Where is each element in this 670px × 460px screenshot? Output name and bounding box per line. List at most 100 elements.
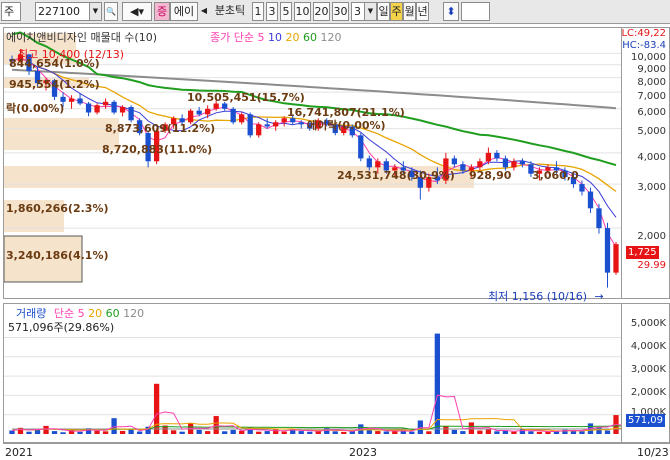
period-1[interactable]: 1: [252, 2, 264, 21]
candle-body: [196, 110, 202, 115]
volume-bar: [434, 333, 440, 434]
profile-label-8: 8,720,883(11.0%): [102, 143, 213, 156]
ytick-10000: 10,000: [631, 52, 666, 63]
market-selector[interactable]: 주: [1, 2, 21, 21]
tab-day[interactable]: 일: [377, 2, 390, 21]
ma-legend: 종가 단순 5 10 20 60 120: [210, 29, 341, 45]
candle-body: [239, 114, 245, 123]
left-arrow-icon[interactable]: ◀: [200, 2, 208, 21]
price-chart-panel[interactable]: 에이치앤비디자인 매물대 수(10) 종가 단순 5 10 20 60 120 …: [3, 27, 622, 303]
ma-5: 5: [257, 31, 265, 44]
candle-body: [85, 103, 92, 113]
period-20[interactable]: 20: [313, 2, 330, 21]
profile-label-11: 3,060,0: [532, 169, 579, 182]
volume-bar: [77, 431, 83, 434]
volume-bar: [239, 430, 245, 434]
tab-month[interactable]: 월: [403, 2, 416, 21]
volume-bar: [460, 431, 466, 434]
volume-bar: [60, 432, 66, 434]
candle-body: [213, 103, 219, 109]
volume-bar: [222, 431, 228, 434]
volume-bar: [196, 429, 202, 434]
current-volume-box: 571,09: [626, 414, 665, 427]
volume-bar: [604, 430, 611, 434]
count-input[interactable]: 3: [351, 2, 365, 21]
volume-bar: [94, 430, 100, 434]
volume-bar: [136, 431, 143, 434]
period-3[interactable]: 3: [266, 2, 278, 21]
candle-body: [205, 108, 211, 115]
candle-body: [460, 164, 466, 171]
count-dropdown-icon[interactable]: ▼: [364, 2, 377, 21]
volume-axis[interactable]: 5,000K 4,000K 3,000K 2,000K 1,000K 571,0…: [622, 303, 670, 443]
ytick-8000: 8,000: [637, 77, 666, 88]
period-10[interactable]: 10: [294, 2, 311, 21]
stock-name-tab[interactable]: 에이: [170, 2, 198, 21]
extra-input[interactable]: [461, 2, 490, 21]
candle-body: [264, 124, 270, 127]
stock-code-input[interactable]: 227100: [35, 2, 90, 21]
tab-week[interactable]: 주: [390, 2, 403, 21]
candle-body: [366, 158, 372, 168]
ytick-2000: 2,000: [637, 231, 666, 242]
up-down-arrow-icon[interactable]: ⬍: [443, 2, 459, 21]
price-axis[interactable]: LC:49,22 HC:-83.4 10,000 9,000 8,000 7,0…: [621, 27, 670, 299]
volume-bar: [256, 431, 262, 434]
candle-body: [511, 161, 517, 168]
volume-bar: [128, 429, 134, 434]
candle-body: [230, 108, 236, 123]
candle-body: [502, 158, 509, 168]
profile-label-9: 24,531,748(30.9%): [337, 169, 455, 182]
tab-year[interactable]: 년: [416, 2, 429, 21]
volume-bar: [596, 427, 602, 434]
ytick-9000: 9,000: [637, 64, 666, 75]
volume-bar: [485, 429, 492, 434]
profile-label-5: 8,873,609(11.2%): [105, 122, 216, 135]
right-arrow-icon: →: [594, 290, 604, 303]
vtick-5000k: 5,000K: [630, 318, 666, 329]
volume-chart-panel[interactable]: 거래량 단순 5 20 60 120 571,096주(29.86%): [3, 303, 622, 443]
profile-label-12: 1,860,266(2.3%): [6, 202, 109, 215]
chevron-down-icon[interactable]: ▼: [89, 2, 102, 21]
current-price-box: 1,725: [626, 246, 659, 259]
lc-label: LC:49,22: [621, 28, 666, 39]
volume-ma-120: 120: [123, 307, 145, 320]
candle-body: [519, 161, 526, 165]
profile-label-13: 3,240,186(4.1%): [6, 249, 109, 262]
volume-bar: [366, 429, 372, 434]
stock-chart-window: 주 227100 ▼ 🔍 ◀▾ 증 에이 ◀ 분초틱 1 3 5 10 20 3…: [0, 0, 670, 460]
period-prefix[interactable]: 분초틱: [209, 2, 251, 21]
candle-body: [94, 105, 100, 113]
volume-bar: [9, 430, 15, 434]
volume-bar: [281, 431, 287, 434]
volume-bar: [179, 431, 185, 434]
period-5[interactable]: 5: [280, 2, 292, 21]
candle-body: [613, 244, 619, 273]
ytick-3000: 3,000: [637, 182, 666, 193]
candle-body: [188, 110, 194, 123]
volume-bar: [111, 418, 117, 434]
volume-bar: [26, 431, 32, 434]
vtick-3000k: 3,000K: [630, 364, 666, 375]
period-30[interactable]: 30: [332, 2, 349, 21]
candle-body: [604, 228, 611, 273]
ma-20: 20: [285, 31, 300, 44]
candle-body: [579, 184, 585, 192]
volume-bar: [264, 431, 270, 434]
volume-bar: [332, 431, 338, 434]
speaker-icon[interactable]: ◀▾: [122, 2, 152, 21]
candle-body: [256, 124, 262, 136]
volume-bar: [494, 431, 500, 434]
candle-body: [68, 98, 75, 102]
candle-body: [358, 135, 364, 159]
ma-120: 120: [320, 31, 342, 44]
volume-bar: [519, 429, 526, 434]
current-change: 29.99: [637, 260, 666, 271]
time-axis[interactable]: 2021 2023 10/23: [3, 443, 670, 460]
xtick-latest: 10/23: [637, 446, 669, 459]
search-icon[interactable]: 🔍: [104, 2, 118, 21]
ytick-4000: 4,000: [637, 152, 666, 163]
volume-bar: [451, 429, 458, 434]
volume-bar: [528, 431, 534, 434]
xtick-2023: 2023: [349, 446, 377, 459]
